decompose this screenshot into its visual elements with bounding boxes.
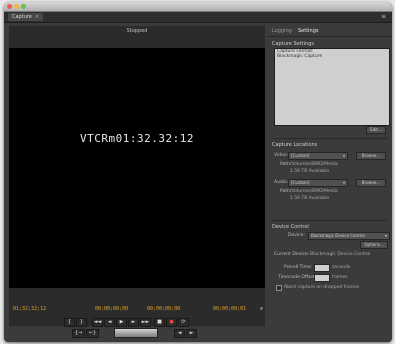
video-preview: VTCRm01:32.32:12 <box>9 48 265 288</box>
play-button[interactable]: ▶ <box>116 318 127 327</box>
set-out-button[interactable]: } <box>76 318 87 327</box>
format-line-2: Blackmagic Capture <box>277 54 323 59</box>
transport-controls: { } ◄◄ ◄ ▶ ► ►► ■ ● ⟳ {→ ←} ◄ ► <box>64 318 212 338</box>
minimize-window-button[interactable] <box>14 4 19 9</box>
shuttle-left-button[interactable]: ◄ <box>174 329 185 338</box>
capture-settings-panel: Logging Settings Capture Settings Captur… <box>268 26 392 342</box>
current-timecode[interactable]: 01;32;32;12 <box>13 306 46 312</box>
video-browse-button[interactable]: Browse... <box>356 152 386 160</box>
current-device-label: Current Device: <box>274 252 310 257</box>
capture-locations-section: Capture Locations Video: [Custom] ▾ Brows… <box>272 138 388 217</box>
tab-capture[interactable]: Capture × <box>8 13 44 21</box>
panel-tab-bar: Capture × ≡ <box>4 12 392 23</box>
device-control-section: Device Control Device: Blackmagic Device… <box>272 220 390 311</box>
step-back-button[interactable]: ◄ <box>104 318 115 327</box>
step-forward-button[interactable]: ► <box>128 318 139 327</box>
capture-format-box: Capture Format: Blackmagic Capture <box>274 48 390 126</box>
device-dropdown[interactable]: Blackmagic Device Control ▾ <box>308 232 390 240</box>
panel-menu-icon[interactable]: ≡ <box>381 12 386 22</box>
title-bar <box>4 2 392 12</box>
rewind-button[interactable]: ◄◄ <box>92 318 103 327</box>
fast-forward-button[interactable]: ►► <box>140 318 151 327</box>
duration-timecode[interactable]: 00;00;00;01 <box>213 306 246 312</box>
device-label: Device: <box>288 233 305 238</box>
device-value: Blackmagic Device Control <box>311 233 365 238</box>
video-location-value: [Custom] <box>291 153 310 158</box>
device-control-title: Device Control <box>272 224 309 230</box>
audio-location-label: Audio: <box>274 180 289 185</box>
close-window-button[interactable] <box>7 4 12 9</box>
timecode-row: 01;32;32;12 00;00;00;00 00;00;00;00 00;0… <box>9 306 265 316</box>
video-location-dropdown[interactable]: [Custom] ▾ <box>288 152 348 160</box>
capture-settings-section: Capture Settings Capture Format: Blackma… <box>272 38 390 134</box>
in-point-timecode[interactable]: 00;00;00;00 <box>95 306 128 312</box>
zoom-window-button[interactable] <box>21 4 26 9</box>
audio-location-value: [Custom] <box>291 180 310 185</box>
video-path-value: /Volumes/BMD/Media <box>290 162 338 167</box>
record-button[interactable]: ● <box>166 318 177 327</box>
preroll-unit: seconds <box>332 265 351 270</box>
capture-window: Capture × ≡ Stopped VTCRm01:32.32:12 01;3… <box>4 2 392 342</box>
capture-locations-title: Capture Locations <box>272 142 318 148</box>
abort-dropped-frames-label: Abort capture on dropped frames <box>284 285 360 290</box>
tab-capture-label: Capture <box>12 14 32 20</box>
tab-logging[interactable]: Logging <box>272 26 292 36</box>
device-options-button[interactable]: Options... <box>360 241 388 249</box>
video-location-label: Video: <box>274 153 289 158</box>
settings-gear-icon[interactable]: ⚙ <box>260 306 263 312</box>
goto-out-button[interactable]: ←} <box>86 329 99 338</box>
tab-settings[interactable]: Settings <box>298 26 319 36</box>
audio-location-dropdown[interactable]: [Custom] ▾ <box>288 179 348 187</box>
goto-in-button[interactable]: {→ <box>72 329 85 338</box>
right-panel-tabs: Logging Settings <box>268 26 392 37</box>
scene-detect-button[interactable]: ⟳ <box>178 318 189 327</box>
chevron-down-icon: ▾ <box>342 180 345 185</box>
monitor-status: Stopped <box>126 28 148 34</box>
preroll-input[interactable] <box>314 264 330 272</box>
timecode-offset-unit: frames <box>332 275 348 280</box>
jog-shuttle-slider[interactable] <box>114 328 158 338</box>
audio-free-space: 1.56 TB Available <box>290 196 330 201</box>
preroll-label: Preroll Time: <box>284 265 313 270</box>
close-tab-icon[interactable]: × <box>35 14 39 20</box>
capture-settings-title: Capture Settings <box>272 41 314 47</box>
audio-path-value: /Volumes/BMD/Media <box>290 189 338 194</box>
timecode-offset-label: Timecode Offset: <box>278 275 317 280</box>
shuttle-right-button[interactable]: ► <box>186 329 197 338</box>
capture-monitor: Stopped VTCRm01:32.32:12 01;32;32;12 00;… <box>9 26 265 326</box>
audio-browse-button[interactable]: Browse... <box>356 179 386 187</box>
out-point-timecode[interactable]: 00;00;00;00 <box>147 306 180 312</box>
chevron-down-icon: ▾ <box>384 233 387 238</box>
set-in-button[interactable]: { <box>64 318 75 327</box>
timecode-offset-input[interactable] <box>314 274 330 282</box>
current-device-value: Blackmagic Device Control <box>310 252 371 257</box>
edit-capture-settings-button[interactable]: Edit... <box>366 126 386 134</box>
chevron-down-icon: ▾ <box>342 153 345 158</box>
timecode-overlay: VTCRm01:32.32:12 <box>80 132 194 145</box>
stop-button[interactable]: ■ <box>154 318 165 327</box>
video-free-space: 1.56 TB Available <box>290 169 330 174</box>
abort-dropped-frames-checkbox[interactable] <box>276 285 282 291</box>
